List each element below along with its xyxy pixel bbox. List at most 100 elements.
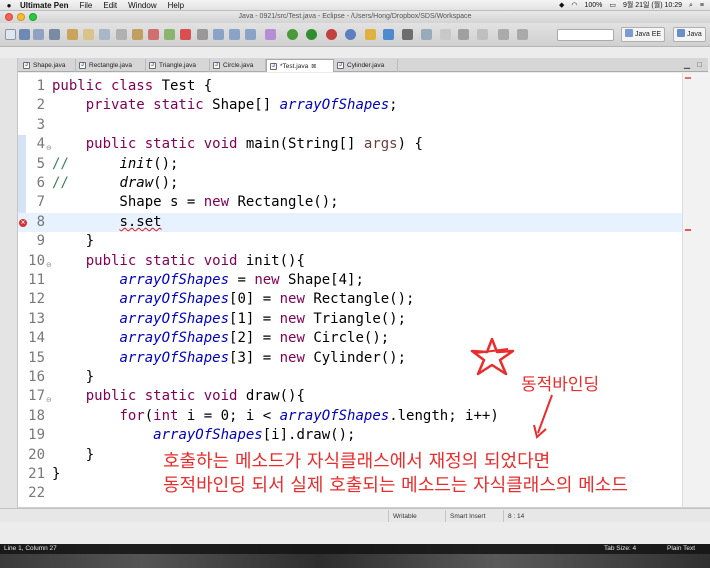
dropbox-icon[interactable]: ◆ (559, 0, 564, 11)
code-text: } (52, 369, 95, 385)
maximize-editor-icon[interactable]: □ (697, 60, 702, 69)
editor-status-bar: Writable Smart Insert 8 : 14 (0, 508, 710, 522)
star-annotation (470, 337, 515, 376)
line-number: 9 (36, 233, 45, 250)
code-line[interactable]: 10 ⊖ public static void init(){ (18, 252, 682, 271)
menu-window[interactable]: Window (128, 0, 156, 11)
open-type-icon[interactable] (402, 29, 413, 40)
spotlight-icon[interactable]: ⌕ (689, 0, 693, 11)
forward-icon[interactable] (517, 29, 528, 40)
new-class-icon[interactable] (383, 29, 394, 40)
resume-icon[interactable] (164, 29, 175, 40)
mark-icon[interactable] (132, 29, 143, 40)
line-number: 8 (36, 213, 45, 230)
stop-icon[interactable] (180, 29, 191, 40)
tab-circle-java[interactable]: J Circle.java (210, 59, 266, 72)
disconnect-icon[interactable] (197, 29, 208, 40)
status-insert-mode: Smart Insert (445, 510, 501, 522)
code-line[interactable]: × 8 s.set (18, 212, 682, 233)
code-line[interactable]: 15 arrayOfShapes[3] = new Cylinder(); (18, 349, 682, 368)
server-icon[interactable] (67, 29, 78, 40)
ultimate-pen-status-strip: Line 1, Column 27 Tab Size: 4 Plain Text (0, 544, 710, 554)
code-line[interactable]: 9 } (18, 232, 682, 251)
line-number: 15 (28, 349, 45, 366)
code-text: arrayOfShapes[i].draw(); (153, 427, 356, 444)
perspective-java-ee[interactable]: Java EE (621, 27, 666, 42)
save-all-icon[interactable] (33, 29, 44, 40)
code-line[interactable]: 6 // draw(); (18, 174, 682, 194)
debug-config-icon[interactable] (265, 29, 276, 40)
terminal-icon[interactable] (99, 29, 110, 40)
tab-triangle-java[interactable]: J Triangle.java (146, 59, 210, 72)
menu-file[interactable]: File (79, 0, 92, 11)
battery-percent[interactable]: 100% (584, 0, 602, 11)
code-line[interactable]: 1 public class Test { (18, 77, 682, 96)
toggle-icon[interactable] (116, 29, 127, 40)
code-text: } (52, 466, 61, 482)
line-number: 19 (28, 427, 45, 444)
menu-app-name[interactable]: Ultimate Pen (20, 0, 68, 11)
battery-icon[interactable]: ▭ (609, 0, 616, 11)
run-icon[interactable] (306, 29, 317, 40)
menu-edit[interactable]: Edit (103, 0, 117, 11)
save-icon[interactable] (19, 29, 30, 40)
skip-icon[interactable] (148, 29, 159, 40)
code-line[interactable]: 12 arrayOfShapes[0] = new Rectangle(); (18, 290, 682, 309)
overview-error-marker[interactable] (685, 229, 691, 231)
code-line[interactable]: 5 // init(); (18, 154, 682, 174)
code-line[interactable]: 14 arrayOfShapes[2] = new Circle(); (18, 329, 682, 348)
line-number: 1 (36, 78, 45, 94)
step-over-icon[interactable] (229, 29, 240, 40)
close-tab-icon[interactable]: ⊠ (311, 64, 316, 70)
external-tools-icon[interactable] (326, 29, 337, 40)
print-icon[interactable] (49, 29, 60, 40)
error-marker-icon[interactable]: × (19, 218, 27, 227)
code-line[interactable]: 11 arrayOfShapes = new Shape[4]; (18, 271, 682, 290)
left-trim-bar (0, 58, 18, 520)
code-line[interactable]: 7 Shape s = new Rectangle(); (18, 193, 682, 213)
perspective-java[interactable]: Java (673, 27, 706, 42)
code-line[interactable]: 19 arrayOfShapes[i].draw(); (18, 426, 682, 445)
java-file-icon: J (79, 62, 86, 69)
overview-ruler[interactable] (682, 73, 710, 507)
pin-icon[interactable] (440, 29, 451, 40)
code-line[interactable]: 2 private static Shape[] arrayOfShapes; (18, 96, 682, 115)
tab-test-java[interactable]: J *Test.java ⊠ (266, 59, 334, 72)
code-line[interactable]: 13 arrayOfShapes[1] = new Triangle(); (18, 310, 682, 329)
menu-help[interactable]: Help (168, 0, 184, 11)
tab-cylinder-java[interactable]: J Cylinder.java (334, 59, 398, 72)
java-file-icon: J (270, 63, 277, 70)
step-into-icon[interactable] (213, 29, 224, 40)
step-return-icon[interactable] (245, 29, 256, 40)
clock[interactable]: 9월 21일 (월) 10:29 (623, 0, 682, 11)
arrow-annotation (533, 394, 553, 439)
folder-icon[interactable] (83, 29, 94, 40)
java-file-icon: J (337, 62, 344, 69)
tab-rectangle-java[interactable]: J Rectangle.java (76, 59, 146, 72)
new-java-project-icon[interactable] (345, 29, 356, 40)
notification-center-icon[interactable]: ≡ (700, 0, 704, 11)
code-line[interactable]: 18 for(int i = 0; i < arrayOfShapes.leng… (18, 407, 682, 426)
code-text: arrayOfShapes[0] = new Rectangle(); (119, 291, 415, 308)
line-number: 18 (28, 407, 45, 424)
search-icon[interactable] (421, 29, 432, 40)
tab-shape-java[interactable]: J Shape.java (20, 59, 76, 72)
overview-error-marker[interactable] (685, 77, 691, 79)
apple-menu-icon[interactable]: ● (0, 0, 18, 11)
code-line[interactable]: 4 ⊖ public static void main(String[] args… (18, 135, 682, 155)
new-package-icon[interactable] (365, 29, 376, 40)
new-icon[interactable] (5, 29, 16, 40)
wifi-icon[interactable]: ◠ (571, 0, 577, 11)
code-text: private static Shape[] arrayOfShapes; (85, 97, 398, 114)
back-icon[interactable] (498, 29, 509, 40)
code-line[interactable]: 3 (18, 116, 682, 135)
last-edit-icon[interactable] (477, 29, 488, 40)
code-text: arrayOfShapes[3] = new Cylinder(); (119, 349, 407, 366)
quick-access-input[interactable] (557, 29, 614, 41)
debug-icon[interactable] (287, 29, 298, 40)
annotation-icon[interactable] (458, 29, 469, 40)
code-text: } (52, 446, 95, 463)
code-editor[interactable]: 1 public class Test {2 private static Sha… (18, 73, 682, 507)
minimize-editor-icon[interactable]: ▁ (684, 60, 690, 69)
code-text: // init(); (52, 155, 179, 172)
